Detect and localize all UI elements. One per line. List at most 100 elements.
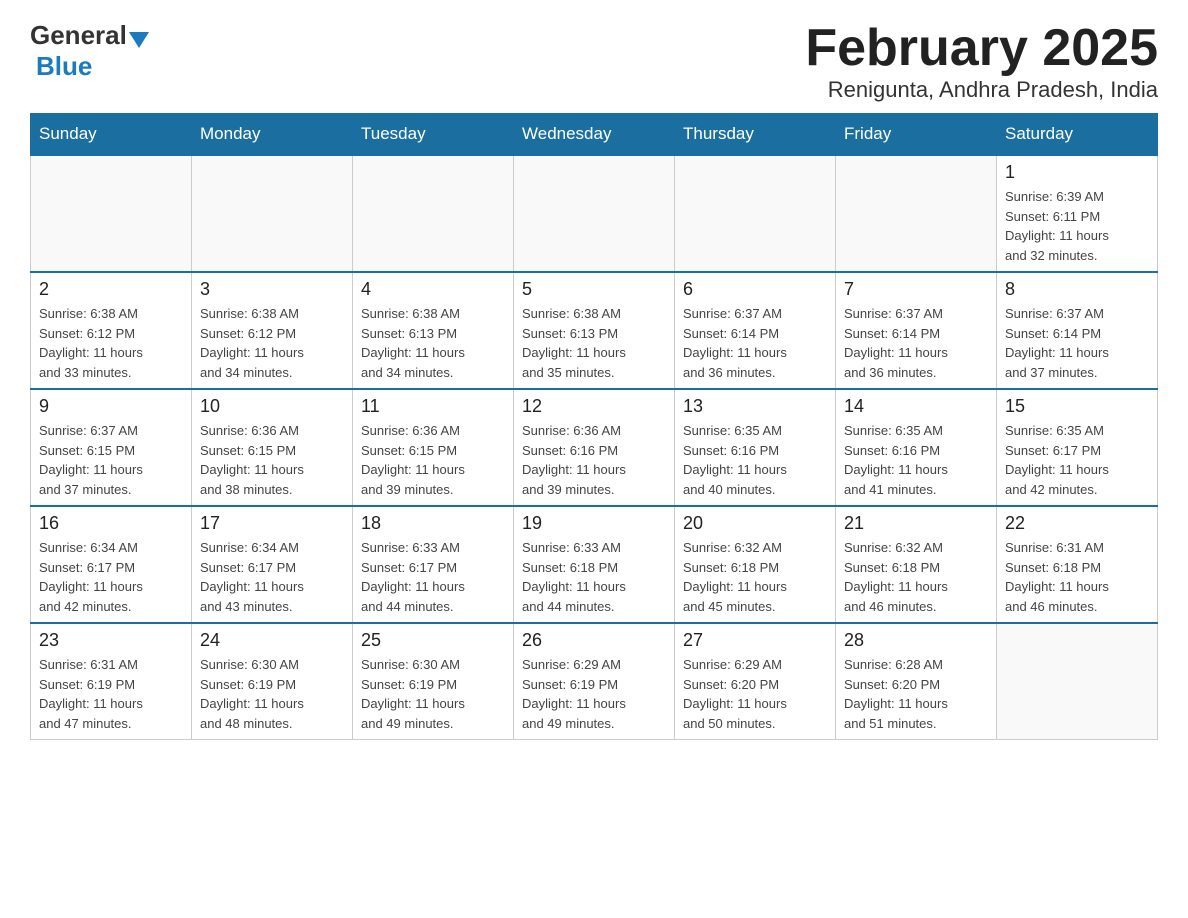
weekday-header-saturday: Saturday <box>997 114 1158 156</box>
day-info: Sunrise: 6:34 AMSunset: 6:17 PMDaylight:… <box>39 538 183 616</box>
day-info: Sunrise: 6:29 AMSunset: 6:19 PMDaylight:… <box>522 655 666 733</box>
calendar-cell: 19 Sunrise: 6:33 AMSunset: 6:18 PMDayligh… <box>514 506 675 623</box>
calendar-cell: 1Sunrise: 6:39 AMSunset: 6:11 PMDaylight… <box>997 155 1158 272</box>
day-info: Sunrise: 6:30 AMSunset: 6:19 PMDaylight:… <box>361 655 505 733</box>
day-info: Sunrise: 6:33 AMSunset: 6:18 PMDaylight:… <box>522 538 666 616</box>
day-number: 2 <box>39 279 183 300</box>
logo: General Blue <box>30 20 151 82</box>
day-info: Sunrise: 6:32 AMSunset: 6:18 PMDaylight:… <box>683 538 827 616</box>
day-info: Sunrise: 6:35 AMSunset: 6:16 PMDaylight:… <box>683 421 827 499</box>
logo-general-text: General <box>30 20 127 51</box>
day-number: 1 <box>1005 162 1149 183</box>
day-number: 14 <box>844 396 988 417</box>
calendar-cell: 13Sunrise: 6:35 AMSunset: 6:16 PMDayligh… <box>675 389 836 506</box>
week-row-3: 9Sunrise: 6:37 AMSunset: 6:15 PMDaylight… <box>31 389 1158 506</box>
day-number: 22 <box>1005 513 1149 534</box>
day-number: 25 <box>361 630 505 651</box>
day-info: Sunrise: 6:32 AMSunset: 6:18 PMDaylight:… <box>844 538 988 616</box>
calendar-cell: 11 Sunrise: 6:36 AMSunset: 6:15 PMDayligh… <box>353 389 514 506</box>
calendar-cell: 14 Sunrise: 6:35 AMSunset: 6:16 PMDayligh… <box>836 389 997 506</box>
day-number: 23 <box>39 630 183 651</box>
day-info: Sunrise: 6:37 AMSunset: 6:14 PMDaylight:… <box>844 304 988 382</box>
calendar-table: SundayMondayTuesdayWednesdayThursdayFrid… <box>30 113 1158 740</box>
day-number: 18 <box>361 513 505 534</box>
day-info: Sunrise: 6:33 AMSunset: 6:17 PMDaylight:… <box>361 538 505 616</box>
day-number: 6 <box>683 279 827 300</box>
calendar-cell: 17Sunrise: 6:34 AMSunset: 6:17 PMDayligh… <box>192 506 353 623</box>
day-number: 5 <box>522 279 666 300</box>
calendar-cell: 23 Sunrise: 6:31 AMSunset: 6:19 PMDayligh… <box>31 623 192 740</box>
calendar-cell <box>31 155 192 272</box>
day-info: Sunrise: 6:29 AMSunset: 6:20 PMDaylight:… <box>683 655 827 733</box>
calendar-cell: 15 Sunrise: 6:35 AMSunset: 6:17 PMDayligh… <box>997 389 1158 506</box>
calendar-cell: 9Sunrise: 6:37 AMSunset: 6:15 PMDaylight… <box>31 389 192 506</box>
day-info: Sunrise: 6:37 AMSunset: 6:14 PMDaylight:… <box>683 304 827 382</box>
calendar-cell: 4Sunrise: 6:38 AMSunset: 6:13 PMDaylight… <box>353 272 514 389</box>
day-number: 11 <box>361 396 505 417</box>
title-section: February 2025 Renigunta, Andhra Pradesh,… <box>805 20 1158 103</box>
day-info: Sunrise: 6:30 AMSunset: 6:19 PMDaylight:… <box>200 655 344 733</box>
day-info: Sunrise: 6:28 AMSunset: 6:20 PMDaylight:… <box>844 655 988 733</box>
calendar-cell: 26 Sunrise: 6:29 AMSunset: 6:19 PMDayligh… <box>514 623 675 740</box>
weekday-header-row: SundayMondayTuesdayWednesdayThursdayFrid… <box>31 114 1158 156</box>
calendar-cell: 8 Sunrise: 6:37 AMSunset: 6:14 PMDaylight… <box>997 272 1158 389</box>
week-row-2: 2 Sunrise: 6:38 AMSunset: 6:12 PMDaylight… <box>31 272 1158 389</box>
day-number: 24 <box>200 630 344 651</box>
weekday-header-wednesday: Wednesday <box>514 114 675 156</box>
calendar-cell: 12Sunrise: 6:36 AMSunset: 6:16 PMDayligh… <box>514 389 675 506</box>
calendar-cell: 25 Sunrise: 6:30 AMSunset: 6:19 PMDayligh… <box>353 623 514 740</box>
day-info: Sunrise: 6:35 AMSunset: 6:16 PMDaylight:… <box>844 421 988 499</box>
location-subtitle: Renigunta, Andhra Pradesh, India <box>805 77 1158 103</box>
day-info: Sunrise: 6:38 AMSunset: 6:13 PMDaylight:… <box>522 304 666 382</box>
day-number: 10 <box>200 396 344 417</box>
calendar-cell <box>675 155 836 272</box>
page-header: General Blue February 2025 Renigunta, An… <box>30 20 1158 103</box>
calendar-cell <box>192 155 353 272</box>
day-number: 19 <box>522 513 666 534</box>
day-info: Sunrise: 6:37 AMSunset: 6:14 PMDaylight:… <box>1005 304 1149 382</box>
calendar-cell: 3 Sunrise: 6:38 AMSunset: 6:12 PMDaylight… <box>192 272 353 389</box>
calendar-cell: 28 Sunrise: 6:28 AMSunset: 6:20 PMDayligh… <box>836 623 997 740</box>
day-number: 21 <box>844 513 988 534</box>
day-info: Sunrise: 6:35 AMSunset: 6:17 PMDaylight:… <box>1005 421 1149 499</box>
weekday-header-thursday: Thursday <box>675 114 836 156</box>
calendar-cell <box>514 155 675 272</box>
calendar-cell: 7Sunrise: 6:37 AMSunset: 6:14 PMDaylight… <box>836 272 997 389</box>
day-number: 3 <box>200 279 344 300</box>
weekday-header-sunday: Sunday <box>31 114 192 156</box>
day-number: 16 <box>39 513 183 534</box>
calendar-cell: 27 Sunrise: 6:29 AMSunset: 6:20 PMDayligh… <box>675 623 836 740</box>
day-info: Sunrise: 6:38 AMSunset: 6:12 PMDaylight:… <box>200 304 344 382</box>
day-info: Sunrise: 6:36 AMSunset: 6:16 PMDaylight:… <box>522 421 666 499</box>
calendar-cell <box>353 155 514 272</box>
calendar-cell <box>997 623 1158 740</box>
week-row-5: 23 Sunrise: 6:31 AMSunset: 6:19 PMDayligh… <box>31 623 1158 740</box>
week-row-1: 1Sunrise: 6:39 AMSunset: 6:11 PMDaylight… <box>31 155 1158 272</box>
day-number: 20 <box>683 513 827 534</box>
day-number: 28 <box>844 630 988 651</box>
day-info: Sunrise: 6:38 AMSunset: 6:12 PMDaylight:… <box>39 304 183 382</box>
logo-arrow-icon <box>129 32 149 48</box>
month-title: February 2025 <box>805 20 1158 77</box>
calendar-cell: 2 Sunrise: 6:38 AMSunset: 6:12 PMDaylight… <box>31 272 192 389</box>
weekday-header-monday: Monday <box>192 114 353 156</box>
day-info: Sunrise: 6:31 AMSunset: 6:19 PMDaylight:… <box>39 655 183 733</box>
day-number: 15 <box>1005 396 1149 417</box>
logo-blue-text: Blue <box>36 51 92 81</box>
calendar-cell: 16 Sunrise: 6:34 AMSunset: 6:17 PMDayligh… <box>31 506 192 623</box>
weekday-header-friday: Friday <box>836 114 997 156</box>
day-info: Sunrise: 6:36 AMSunset: 6:15 PMDaylight:… <box>361 421 505 499</box>
day-number: 27 <box>683 630 827 651</box>
calendar-cell: 10 Sunrise: 6:36 AMSunset: 6:15 PMDayligh… <box>192 389 353 506</box>
day-info: Sunrise: 6:37 AMSunset: 6:15 PMDaylight:… <box>39 421 183 499</box>
day-info: Sunrise: 6:36 AMSunset: 6:15 PMDaylight:… <box>200 421 344 499</box>
day-info: Sunrise: 6:34 AMSunset: 6:17 PMDaylight:… <box>200 538 344 616</box>
weekday-header-tuesday: Tuesday <box>353 114 514 156</box>
day-info: Sunrise: 6:31 AMSunset: 6:18 PMDaylight:… <box>1005 538 1149 616</box>
day-number: 26 <box>522 630 666 651</box>
day-number: 4 <box>361 279 505 300</box>
calendar-cell <box>836 155 997 272</box>
calendar-cell: 6 Sunrise: 6:37 AMSunset: 6:14 PMDaylight… <box>675 272 836 389</box>
week-row-4: 16 Sunrise: 6:34 AMSunset: 6:17 PMDayligh… <box>31 506 1158 623</box>
day-number: 8 <box>1005 279 1149 300</box>
